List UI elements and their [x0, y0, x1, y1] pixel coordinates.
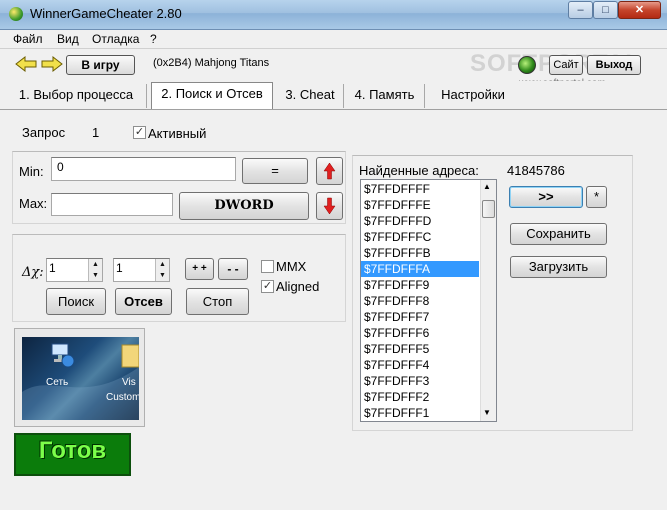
tab-search[interactable]: 2. Поиск и Отсев	[151, 82, 273, 109]
min-input[interactable]: 0	[51, 157, 236, 181]
transfer-button[interactable]: >>	[509, 186, 583, 208]
tab-process[interactable]: 1. Выбор процесса	[6, 84, 147, 108]
network-label: Сеть	[46, 377, 69, 388]
ingame-button[interactable]: В игру	[66, 55, 135, 75]
menu-debug[interactable]: Отладка	[92, 32, 139, 46]
found-count: 41845786	[507, 163, 565, 178]
tab-settings[interactable]: Настройки	[426, 84, 520, 108]
address-item[interactable]: $7FFDFFF2	[361, 389, 479, 405]
close-button[interactable]: ✕	[618, 1, 661, 19]
network-icon	[51, 343, 75, 368]
scroll-thumb[interactable]	[482, 200, 495, 218]
address-item[interactable]: $7FFDFFF5	[361, 341, 479, 357]
maximize-button[interactable]: □	[593, 1, 618, 19]
tab-cheat[interactable]: 3. Cheat	[277, 84, 344, 108]
address-item[interactable]: $7FFDFFF4	[361, 357, 479, 373]
address-item[interactable]: $7FFDFFFE	[361, 197, 479, 213]
folder-icon	[121, 344, 139, 368]
folder-label-2: Custom	[106, 392, 139, 403]
address-item[interactable]: $7FFDFFF8	[361, 293, 479, 309]
folder-label: Vis	[122, 377, 136, 388]
min-label: Min:	[19, 164, 44, 179]
left-arrow-icon[interactable]	[15, 56, 37, 72]
delta-value-1: 1	[49, 261, 56, 275]
load-button[interactable]: Загрузить	[510, 256, 607, 278]
mmx-checkbox[interactable]	[261, 260, 274, 273]
address-item[interactable]: $7FFDFFF3	[361, 373, 479, 389]
down-button[interactable]	[316, 192, 343, 220]
arrow-up-icon	[323, 162, 336, 180]
filter-button[interactable]: Отсев	[115, 288, 172, 315]
mmx-label: MMX	[276, 259, 307, 274]
found-addresses-label: Найденные адреса:	[359, 163, 479, 178]
site-button[interactable]: Сайт	[549, 55, 583, 75]
decrement-button[interactable]: - -	[218, 258, 248, 280]
status-text: Готов	[38, 437, 107, 464]
address-item[interactable]: $7FFDFFF7	[361, 309, 479, 325]
up-button[interactable]	[316, 157, 343, 185]
window-title: WinnerGameCheater 2.80	[30, 6, 182, 21]
app-icon	[9, 7, 23, 21]
max-label: Max:	[19, 196, 48, 211]
address-item[interactable]: $7FFDFFFF	[361, 181, 479, 197]
scroll-down-icon[interactable]: ▼	[483, 408, 491, 417]
menu-file[interactable]: Файл	[13, 32, 43, 46]
address-item[interactable]: $7FFDFFF1	[361, 405, 479, 421]
screenshot-preview: Сеть Vis Custom	[22, 337, 139, 420]
address-item[interactable]: $7FFDFFF9	[361, 277, 479, 293]
max-input[interactable]	[51, 193, 173, 216]
address-item[interactable]: $7FFDFFFC	[361, 229, 479, 245]
stop-button[interactable]: Стоп	[186, 288, 249, 315]
address-list-scrollbar[interactable]: ▲ ▼	[480, 180, 496, 421]
menu-help[interactable]: ?	[150, 32, 157, 46]
right-arrow-icon[interactable]	[41, 56, 63, 72]
address-list[interactable]: $7FFDFFFF $7FFDFFFE $7FFDFFFD $7FFDFFFC $7FF…	[360, 179, 497, 422]
star-button[interactable]: *	[586, 186, 607, 208]
scroll-up-icon[interactable]: ▲	[483, 182, 491, 191]
delta-value-2: 1	[116, 261, 123, 275]
query-label: Запрос	[22, 125, 66, 140]
process-label: (0x2B4) Mahjong Titans	[153, 57, 270, 69]
delta-label: Δχ:	[22, 265, 44, 280]
type-select-button[interactable]: DWORD	[179, 192, 309, 220]
minimize-button[interactable]: –	[568, 1, 593, 19]
exit-button[interactable]: Выход	[587, 55, 641, 75]
search-button[interactable]: Поиск	[46, 288, 106, 315]
menu-view[interactable]: Вид	[57, 32, 79, 46]
tab-memory[interactable]: 4. Память	[345, 84, 425, 108]
aligned-checkbox[interactable]: ✓	[261, 280, 274, 293]
address-item[interactable]: $7FFDFFF6	[361, 325, 479, 341]
delta-spinner-2-arrows[interactable]: ▲ ▼	[155, 259, 169, 281]
delta-spinner-1-arrows[interactable]: ▲ ▼	[88, 259, 102, 281]
active-label: Активный	[148, 126, 207, 141]
address-item[interactable]: $7FFDFFFA	[361, 261, 479, 277]
save-button[interactable]: Сохранить	[510, 223, 607, 245]
address-item[interactable]: $7FFDFFFB	[361, 245, 479, 261]
equals-button[interactable]: =	[242, 158, 308, 184]
aligned-label: Aligned	[276, 279, 320, 294]
increment-button[interactable]: + +	[185, 258, 214, 280]
address-item[interactable]: $7FFDFFFD	[361, 213, 479, 229]
globe-icon	[518, 56, 536, 74]
arrow-down-icon	[323, 197, 336, 215]
active-checkbox[interactable]: ✓	[133, 126, 146, 139]
query-number: 1	[92, 125, 100, 140]
